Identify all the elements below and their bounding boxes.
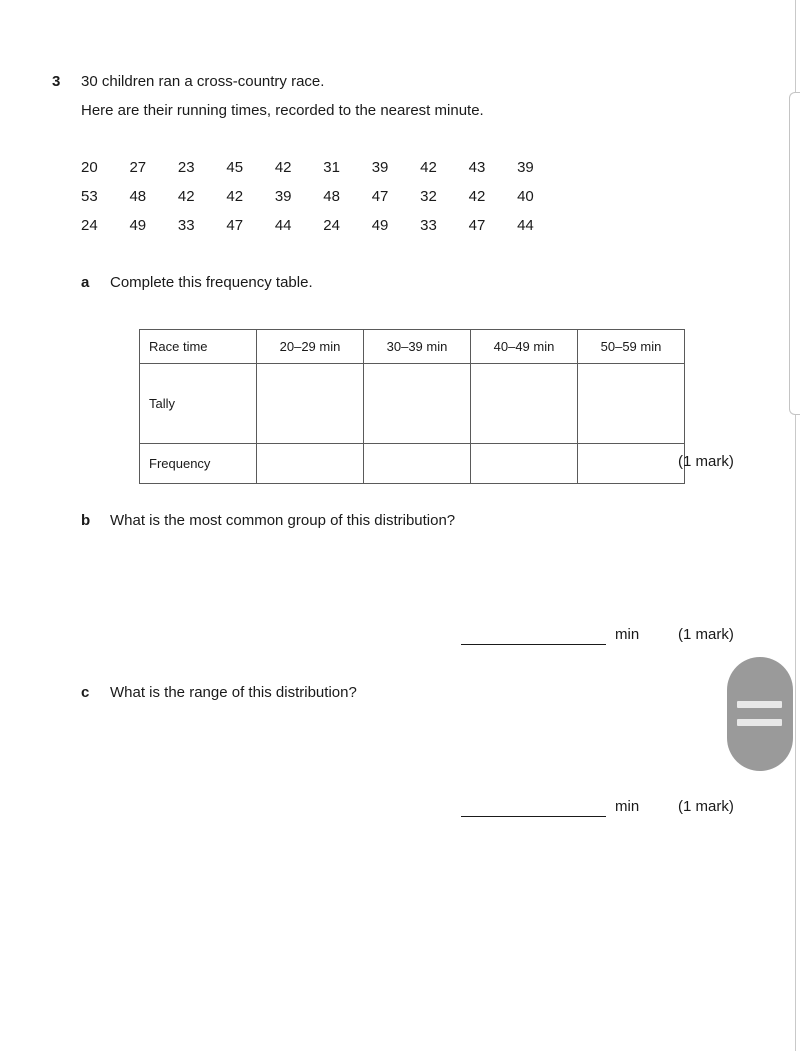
- grip-line-top: [737, 701, 782, 708]
- row-label-frequency: Frequency: [139, 443, 257, 484]
- row-label-tally: Tally: [139, 363, 257, 444]
- part-b: b What is the most common group of this …: [81, 511, 455, 531]
- grip-line-bottom: [737, 719, 782, 726]
- data-value: 31: [323, 159, 340, 176]
- question-stem-line-2: Here are their running times, recorded t…: [81, 101, 484, 121]
- answer-slot-b: min: [461, 625, 639, 645]
- data-value: 42: [420, 159, 437, 176]
- answer-unit-b: min: [615, 626, 640, 643]
- mark-allocation-c: (1 mark): [678, 798, 734, 815]
- data-value: 24: [323, 217, 340, 234]
- header-band-30-39: 30–39 min: [363, 329, 471, 364]
- drag-handle-icon[interactable]: [727, 657, 793, 771]
- answer-line-b[interactable]: [461, 627, 606, 645]
- header-race-time: Race time: [139, 329, 257, 364]
- table-row-frequency: Frequency: [139, 443, 685, 484]
- data-value: 32: [420, 188, 437, 205]
- data-value: 48: [129, 188, 147, 205]
- tally-cell-20-29[interactable]: [256, 363, 364, 444]
- data-value: 39: [274, 188, 292, 205]
- data-value: 39: [371, 159, 389, 176]
- answer-line-c[interactable]: [461, 799, 606, 817]
- tally-cell-40-49[interactable]: [470, 363, 578, 444]
- part-b-text: What is the most common group of this di…: [110, 512, 456, 529]
- question-stem-text-2: Here are their running times, recorded t…: [81, 102, 484, 119]
- data-value: 33: [420, 217, 437, 234]
- part-c-text: What is the range of this distribution?: [110, 684, 357, 701]
- data-row: 20 27 23 45 42 31 39 42 43 39: [81, 158, 561, 187]
- mark-allocation-b: (1 mark): [678, 626, 734, 643]
- data-value: 53: [81, 188, 98, 205]
- part-b-letter: b: [81, 512, 91, 529]
- data-value: 42: [226, 188, 244, 205]
- question-stem-line-1: 3 30 children ran a cross-country race.: [52, 72, 324, 92]
- part-c: c What is the range of this distribution…: [81, 683, 357, 703]
- vertical-scrollbar-thumb[interactable]: [789, 92, 800, 415]
- part-a-letter: a: [81, 274, 90, 291]
- mark-allocation-a: (1 mark): [678, 453, 734, 470]
- data-value: 40: [517, 188, 534, 205]
- tally-cell-50-59[interactable]: [577, 363, 685, 444]
- data-value: 42: [274, 159, 292, 176]
- header-band-20-29: 20–29 min: [256, 329, 364, 364]
- answer-slot-c: min: [461, 797, 639, 817]
- frequency-table: Race time 20–29 min 30–39 min 40–49 min …: [139, 329, 685, 484]
- data-value: 23: [177, 159, 195, 176]
- data-row: 53 48 42 42 39 48 47 32 42 40: [81, 187, 561, 216]
- data-value: 42: [177, 188, 195, 205]
- data-value: 39: [517, 159, 534, 176]
- question-number: 3: [52, 73, 61, 90]
- frequency-cell-20-29[interactable]: [256, 443, 364, 484]
- race-times-data: 20 27 23 45 42 31 39 42 43 39 53 48 42 4…: [81, 158, 561, 245]
- worksheet-page: 3 30 children ran a cross-country race. …: [0, 0, 800, 1051]
- data-value: 49: [129, 217, 147, 234]
- data-value: 47: [226, 217, 244, 234]
- header-band-50-59: 50–59 min: [577, 329, 685, 364]
- part-a-text: Complete this frequency table.: [110, 274, 313, 291]
- tally-cell-30-39[interactable]: [363, 363, 471, 444]
- data-value: 47: [468, 217, 486, 234]
- part-c-letter: c: [81, 684, 90, 701]
- data-value: 27: [129, 159, 147, 176]
- header-band-40-49: 40–49 min: [470, 329, 578, 364]
- data-value: 24: [81, 217, 98, 234]
- data-value: 44: [517, 217, 534, 234]
- data-value: 20: [81, 159, 98, 176]
- frequency-cell-30-39[interactable]: [363, 443, 471, 484]
- data-value: 49: [371, 217, 389, 234]
- data-value: 47: [371, 188, 389, 205]
- table-row-tally: Tally: [139, 363, 685, 444]
- data-value: 42: [468, 188, 486, 205]
- data-value: 33: [177, 217, 195, 234]
- data-value: 43: [468, 159, 486, 176]
- frequency-cell-40-49[interactable]: [470, 443, 578, 484]
- part-a: a Complete this frequency table.: [81, 273, 313, 293]
- answer-unit-c: min: [615, 798, 640, 815]
- frequency-cell-50-59[interactable]: [577, 443, 685, 484]
- data-value: 48: [323, 188, 340, 205]
- data-value: 44: [274, 217, 292, 234]
- data-row: 24 49 33 47 44 24 49 33 47 44: [81, 216, 561, 245]
- data-value: 45: [226, 159, 244, 176]
- table-row-header: Race time 20–29 min 30–39 min 40–49 min …: [139, 329, 685, 364]
- question-stem-text-1: 30 children ran a cross-country race.: [81, 73, 325, 90]
